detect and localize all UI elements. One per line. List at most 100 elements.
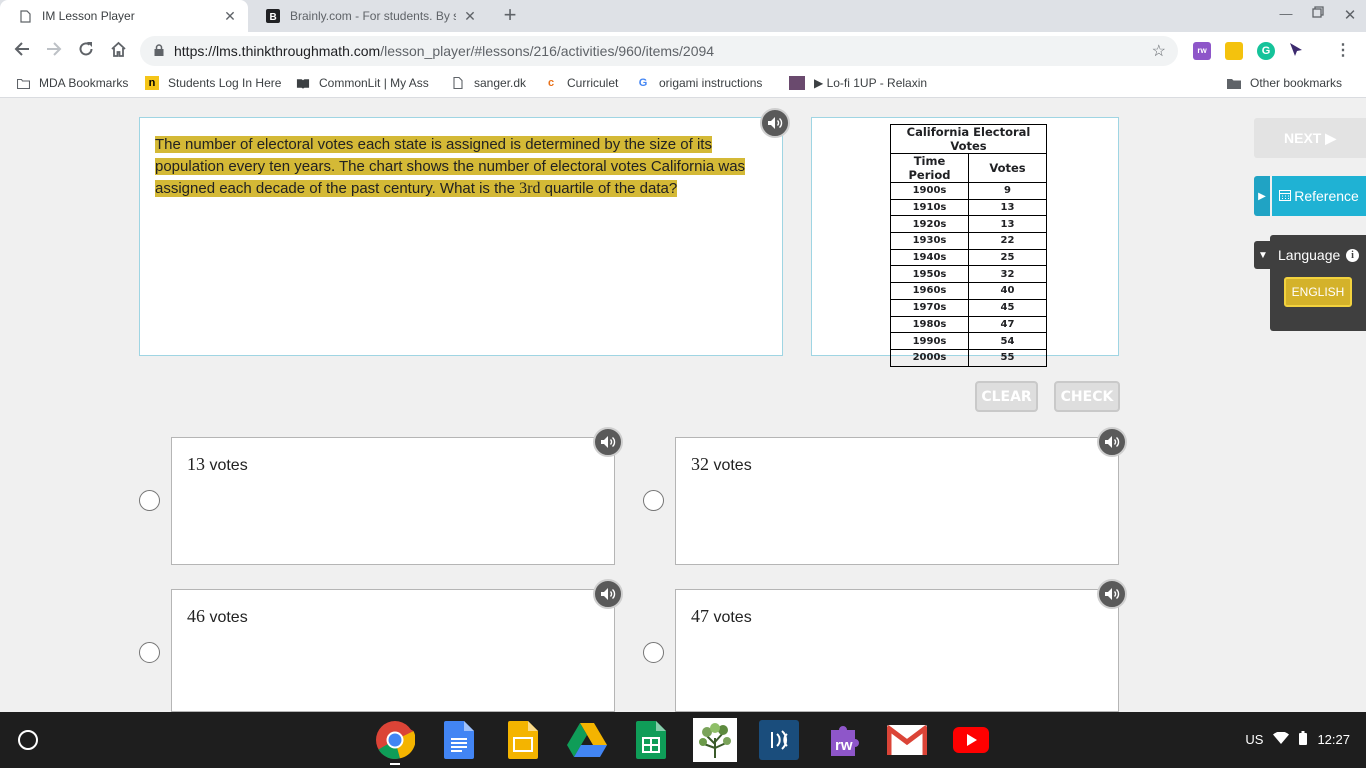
answer-unit: votes — [205, 609, 248, 626]
answer-option-2[interactable]: 32 votes — [675, 437, 1119, 565]
bookmark-label: origami instructions — [659, 76, 763, 90]
question-text: The number of electoral votes each state… — [155, 134, 751, 200]
answer-speaker-icon[interactable] — [593, 427, 623, 457]
close-window-icon[interactable]: ✕ — [1340, 6, 1360, 24]
table-cell: 1920s — [890, 215, 969, 234]
gmail-icon[interactable] — [885, 718, 929, 762]
table-row: 1980s 47 — [890, 315, 1047, 334]
lesson-player: The number of electoral votes each state… — [0, 98, 1366, 712]
bookmark-other[interactable]: Other bookmarks — [1227, 76, 1342, 90]
launcher-icon[interactable] — [18, 730, 38, 750]
bookmark-students-log-in[interactable]: n Students Log In Here — [145, 76, 281, 90]
answer-radio-4[interactable] — [643, 642, 664, 663]
answer-text: 13 votes — [187, 454, 248, 475]
tab-title: Brainly.com - For students. By st — [290, 9, 456, 23]
answer-text: 32 votes — [691, 454, 752, 475]
svg-text:rw: rw — [835, 737, 853, 754]
svg-text:B: B — [270, 12, 277, 23]
check-button[interactable]: CHECK — [1054, 381, 1120, 412]
address-bar[interactable]: https://lms.thinkthroughmath.com/lesson_… — [140, 36, 1178, 66]
close-tab-icon[interactable]: ✕ — [222, 8, 238, 25]
back-icon[interactable] — [11, 40, 33, 62]
bookmark-label: Students Log In Here — [168, 76, 282, 90]
minimize-icon[interactable]: — — [1276, 6, 1296, 21]
info-icon[interactable]: i — [1346, 249, 1359, 262]
answer-radio-1[interactable] — [139, 490, 160, 511]
grammarly-icon[interactable]: G — [1257, 42, 1275, 60]
language-panel: ▼ Language i ENGLISH — [1254, 235, 1366, 331]
table-cell: 40 — [968, 282, 1047, 300]
extension-icon[interactable] — [1225, 42, 1243, 60]
table-cell: 32 — [968, 265, 1047, 284]
wifi-icon — [1273, 731, 1290, 747]
bookmark-lofi[interactable]: ▶ Lo-fi 1UP - Relaxin — [789, 76, 927, 90]
answer-option-3[interactable]: 46 votes — [171, 589, 615, 712]
table-row: 1900s 9 — [890, 182, 1047, 200]
table-cell: 1990s — [890, 332, 969, 350]
answer-speaker-icon[interactable] — [1097, 427, 1127, 457]
youtube-icon[interactable] — [949, 718, 993, 762]
answer-unit: votes — [709, 609, 752, 626]
tab-brainly[interactable]: B Brainly.com - For students. By st ✕ — [248, 0, 488, 32]
bookmarks-bar: MDA Bookmarks n Students Log In Here Com… — [0, 70, 1366, 98]
new-tab-button[interactable]: + — [498, 4, 522, 28]
table-cell: 54 — [968, 332, 1047, 350]
url-path: /lesson_player/#lessons/216/activities/9… — [380, 43, 715, 59]
restore-icon[interactable] — [1308, 6, 1328, 21]
tree-app-icon[interactable] — [693, 718, 737, 762]
table-row: 2000s 55 — [890, 348, 1047, 367]
menu-icon[interactable]: ⋮ — [1334, 42, 1352, 60]
screencast-app-icon[interactable] — [757, 718, 801, 762]
answer-speaker-icon[interactable] — [1097, 579, 1127, 609]
reload-icon[interactable] — [75, 40, 97, 62]
google-icon: G — [638, 77, 648, 89]
table-panel: California Electoral Votes Time Period V… — [811, 117, 1119, 367]
folder-icon — [1227, 76, 1241, 90]
bookmark-commonlit[interactable]: CommonLit | My Ass — [296, 76, 429, 90]
readwrite-extension-icon[interactable]: rw — [1193, 42, 1211, 60]
bookmarks-folder-icon — [16, 76, 30, 90]
bookmark-mda[interactable]: MDA Bookmarks — [16, 76, 128, 90]
bookmark-star-icon[interactable]: ☆ — [1152, 41, 1166, 61]
table-cell: 1930s — [890, 232, 969, 250]
battery-icon — [1299, 731, 1308, 748]
google-docs-icon[interactable] — [437, 718, 481, 762]
reference-button[interactable]: ▶ Reference — [1254, 176, 1366, 216]
home-icon[interactable] — [107, 40, 129, 62]
cursor-extension-icon[interactable] — [1287, 42, 1305, 60]
clock: 12:27 — [1317, 732, 1350, 747]
answer-option-4[interactable]: 47 votes — [675, 589, 1119, 712]
answer-radio-2[interactable] — [643, 490, 664, 511]
google-sheets-icon[interactable] — [629, 718, 673, 762]
bookmark-curriculet[interactable]: c Curriculet — [544, 76, 618, 90]
answer-speaker-icon[interactable] — [593, 579, 623, 609]
question-speaker-icon[interactable] — [760, 108, 790, 138]
google-drive-icon[interactable] — [565, 718, 609, 762]
answer-text: 47 votes — [691, 606, 752, 627]
bookmark-sanger[interactable]: sanger.dk — [451, 76, 526, 90]
table-row: 1930s 22 — [890, 232, 1047, 250]
answer-number: 32 — [691, 454, 709, 474]
answer-option-1[interactable]: 13 votes — [171, 437, 615, 565]
answer-radio-3[interactable] — [139, 642, 160, 663]
question-text-end: quartile of the data? — [540, 180, 678, 197]
table-header-votes: Votes — [968, 153, 1047, 183]
close-tab-icon[interactable]: ✕ — [462, 8, 478, 25]
bookmark-origami[interactable]: G origami instructions — [636, 76, 763, 90]
system-tray[interactable]: US 12:27 — [1245, 731, 1350, 748]
tab-im-lesson-player[interactable]: IM Lesson Player ✕ — [0, 0, 248, 32]
bookmark-label: sanger.dk — [474, 76, 527, 90]
english-button[interactable]: ENGLISH — [1284, 277, 1352, 307]
table-cell: 1970s — [890, 298, 969, 317]
chrome-icon[interactable] — [373, 718, 417, 762]
calculator-icon — [1279, 188, 1292, 204]
table-cell: 22 — [968, 232, 1047, 250]
google-slides-icon[interactable] — [501, 718, 545, 762]
question-math: 3rd — [519, 180, 541, 197]
readwrite-app-icon[interactable]: rw — [821, 718, 865, 762]
table-cell: 13 — [968, 198, 1047, 217]
next-button[interactable]: NEXT ▶ — [1254, 118, 1366, 158]
forward-icon[interactable] — [43, 40, 65, 62]
answer-number: 46 — [187, 606, 205, 626]
clear-button[interactable]: CLEAR — [975, 381, 1038, 412]
